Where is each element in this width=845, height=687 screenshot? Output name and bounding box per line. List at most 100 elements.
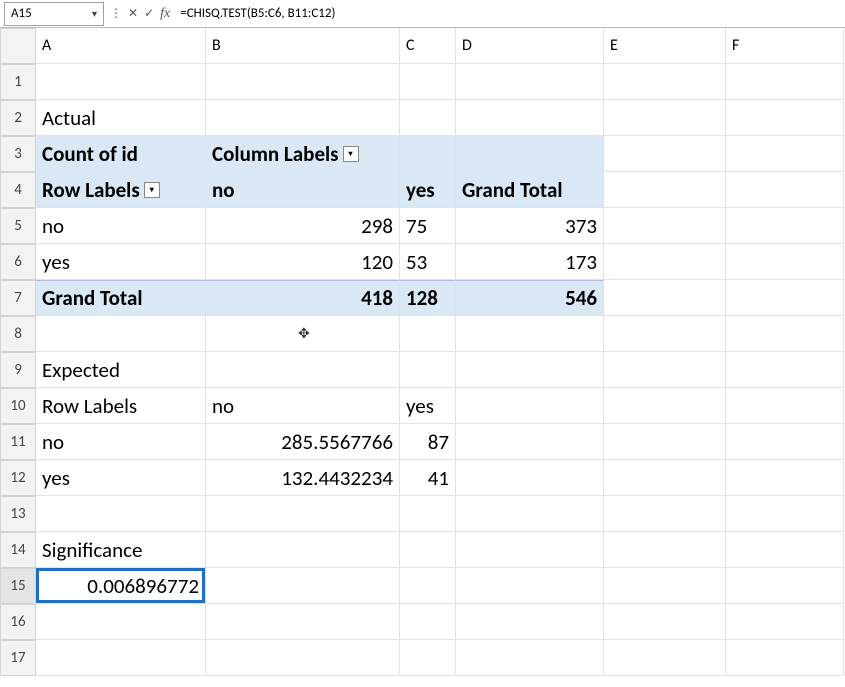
cell-D5[interactable]: 373 (456, 208, 604, 244)
cell-E14[interactable] (604, 532, 726, 568)
cell-F14[interactable] (726, 532, 844, 568)
cell-C10[interactable]: yes (400, 388, 456, 424)
row-header-8[interactable]: 8 (0, 316, 36, 352)
col-header-B[interactable]: B (206, 28, 400, 64)
cell-B1[interactable] (206, 64, 400, 100)
cell-E9[interactable] (604, 352, 726, 388)
col-header-F[interactable]: F (726, 28, 844, 64)
cell-D1[interactable] (456, 64, 604, 100)
row-header-14[interactable]: 14 (0, 532, 36, 568)
cell-F2[interactable] (726, 100, 844, 136)
cell-F8[interactable] (726, 316, 844, 352)
row-header-10[interactable]: 10 (0, 388, 36, 424)
cell-B7[interactable]: 418 (206, 280, 400, 316)
row-header-4[interactable]: 4 (0, 172, 36, 208)
cell-F3[interactable] (726, 136, 844, 172)
cell-D2[interactable] (456, 100, 604, 136)
cell-D7[interactable]: 546 (456, 280, 604, 316)
cell-C16[interactable] (400, 604, 456, 640)
cell-C4[interactable]: yes (400, 172, 456, 208)
cancel-icon[interactable]: ✕ (128, 6, 138, 21)
cell-F16[interactable] (726, 604, 844, 640)
cell-A17[interactable] (36, 640, 206, 676)
row-header-9[interactable]: 9 (0, 352, 36, 388)
cell-C15[interactable] (400, 568, 456, 604)
spreadsheet-grid[interactable]: A B C D E F 1 2 Actual 3 Count of id Col… (0, 28, 845, 676)
row-header-11[interactable]: 11 (0, 424, 36, 460)
row-header-15[interactable]: 15 (0, 568, 36, 604)
cell-E6[interactable] (604, 244, 726, 280)
cell-B3[interactable]: Column Labels▾ (206, 136, 400, 172)
cell-C1[interactable] (400, 64, 456, 100)
cell-B9[interactable] (206, 352, 400, 388)
cell-E4[interactable] (604, 172, 726, 208)
cell-B15[interactable] (206, 568, 400, 604)
cell-A11[interactable]: no (36, 424, 206, 460)
cell-D10[interactable] (456, 388, 604, 424)
cell-D15[interactable] (456, 568, 604, 604)
cell-F5[interactable] (726, 208, 844, 244)
cell-C2[interactable] (400, 100, 456, 136)
cell-E7[interactable] (604, 280, 726, 316)
cell-D11[interactable] (456, 424, 604, 460)
cell-C6[interactable]: 53 (400, 244, 456, 280)
cell-F12[interactable] (726, 460, 844, 496)
cell-F11[interactable] (726, 424, 844, 460)
cell-F4[interactable] (726, 172, 844, 208)
cell-F15[interactable] (726, 568, 844, 604)
cell-F17[interactable] (726, 640, 844, 676)
cell-A10[interactable]: Row Labels (36, 388, 206, 424)
cell-C12[interactable]: 41 (400, 460, 456, 496)
cell-A2[interactable]: Actual (36, 100, 206, 136)
cell-E13[interactable] (604, 496, 726, 532)
row-header-5[interactable]: 5 (0, 208, 36, 244)
row-header-7[interactable]: 7 (0, 280, 36, 316)
row-header-3[interactable]: 3 (0, 136, 36, 172)
row-header-1[interactable]: 1 (0, 64, 36, 100)
cell-B4[interactable]: no (206, 172, 400, 208)
cell-A4[interactable]: Row Labels▾ (36, 172, 206, 208)
col-header-A[interactable]: A (36, 28, 206, 64)
cell-B16[interactable] (206, 604, 400, 640)
check-icon[interactable]: ✓ (144, 6, 154, 21)
cell-E11[interactable] (604, 424, 726, 460)
cell-D9[interactable] (456, 352, 604, 388)
cell-E1[interactable] (604, 64, 726, 100)
cell-B8[interactable] (206, 316, 400, 352)
cell-D12[interactable] (456, 460, 604, 496)
cell-D16[interactable] (456, 604, 604, 640)
row-header-12[interactable]: 12 (0, 460, 36, 496)
cell-F6[interactable] (726, 244, 844, 280)
cell-B6[interactable]: 120 (206, 244, 400, 280)
cell-F10[interactable] (726, 388, 844, 424)
cell-A1[interactable] (36, 64, 206, 100)
row-header-2[interactable]: 2 (0, 100, 36, 136)
cell-C9[interactable] (400, 352, 456, 388)
cell-A7[interactable]: Grand Total (36, 280, 206, 316)
chevron-down-icon[interactable]: ▾ (144, 182, 160, 198)
cell-B14[interactable] (206, 532, 400, 568)
cell-C17[interactable] (400, 640, 456, 676)
cell-F1[interactable] (726, 64, 844, 100)
cell-C8[interactable] (400, 316, 456, 352)
cell-E10[interactable] (604, 388, 726, 424)
row-header-6[interactable]: 6 (0, 244, 36, 280)
cell-B17[interactable] (206, 640, 400, 676)
cell-A8[interactable] (36, 316, 206, 352)
cell-D8[interactable] (456, 316, 604, 352)
cell-B2[interactable] (206, 100, 400, 136)
cell-C3[interactable] (400, 136, 456, 172)
cell-C11[interactable]: 87 (400, 424, 456, 460)
cell-B13[interactable] (206, 496, 400, 532)
cell-A15[interactable]: 0.006896772 (36, 568, 206, 604)
cell-A14[interactable]: Significance (36, 532, 206, 568)
cell-C5[interactable]: 75 (400, 208, 456, 244)
cell-A6[interactable]: yes (36, 244, 206, 280)
cell-B11[interactable]: 285.5567766 (206, 424, 400, 460)
cell-B12[interactable]: 132.4432234 (206, 460, 400, 496)
cell-B10[interactable]: no (206, 388, 400, 424)
col-header-E[interactable]: E (604, 28, 726, 64)
cell-F13[interactable] (726, 496, 844, 532)
cell-E5[interactable] (604, 208, 726, 244)
cell-A13[interactable] (36, 496, 206, 532)
